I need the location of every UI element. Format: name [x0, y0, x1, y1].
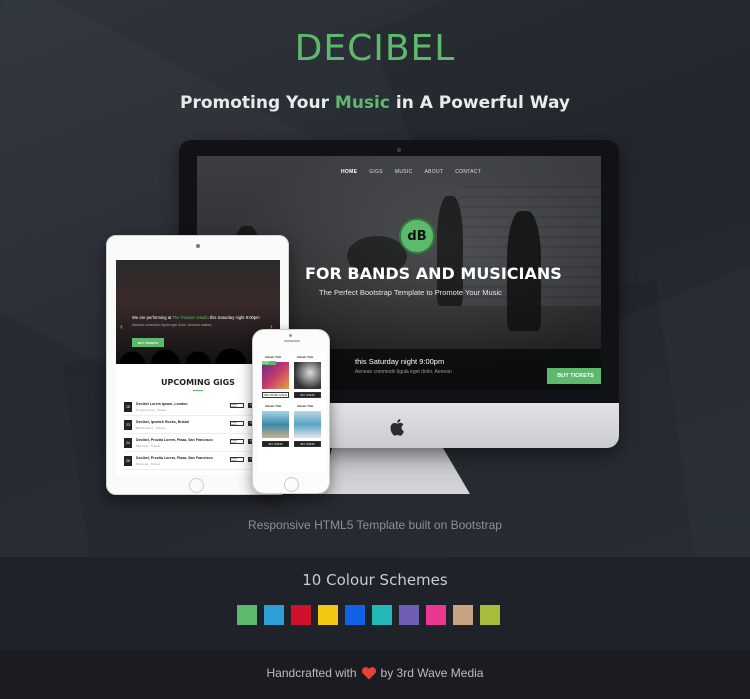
gig-location: Moscone · Tickets: [136, 462, 161, 466]
swatch-yellow[interactable]: [318, 605, 338, 625]
pre-order-button[interactable]: PRE-ORDER ALBUM: [262, 392, 289, 398]
swatch-blue[interactable]: [264, 605, 284, 625]
imac-subheadline: The Perfect Bootstrap Template to Promot…: [319, 288, 502, 297]
gig-name: Decibel, Ipswich Rocks, Bristol: [136, 420, 190, 424]
tagline-after: in A Powerful Way: [389, 93, 570, 113]
gig-name: Decibel, Proctia Lorem, Plaza, San Franc…: [136, 456, 213, 460]
album-title: Album Title: [265, 355, 282, 359]
camera-icon: [397, 148, 401, 152]
footer-before: Handcrafted with: [266, 666, 357, 680]
imac-headline: FOR BANDS AND MUSICIANS: [305, 264, 562, 283]
album-title: Album Title: [297, 404, 314, 408]
gig-location: Tonight Arena · Tickets: [136, 408, 167, 412]
swatch-royal-blue[interactable]: [345, 605, 365, 625]
tagline: Promoting Your Music in A Powerful Way: [0, 93, 750, 113]
buy-tickets-button[interactable]: BUY TICKETS: [547, 368, 601, 384]
gig-date: 23: [124, 420, 132, 430]
gig-row: 23 Decibel, Ipswich Rocks, Bristol Brist…: [124, 418, 268, 434]
swatch-lime[interactable]: [480, 605, 500, 625]
gig-location: Moscone · Tickets: [136, 444, 161, 448]
gig-line-venue[interactable]: The Passion Studio: [172, 315, 208, 320]
gig-info-button[interactable]: VIEW INFO: [230, 439, 244, 445]
buy-album-button[interactable]: BUY ALBUM: [294, 441, 321, 447]
tagline-before: Promoting Your: [180, 93, 335, 113]
imac-gig-text: this Saturday night 9:00pm: [355, 357, 445, 366]
album-title: Album Title: [265, 404, 282, 408]
home-button-icon: [284, 477, 299, 492]
swatch-teal[interactable]: [372, 605, 392, 625]
schemes-title: 10 Colour Schemes: [302, 571, 448, 589]
apple-logo-icon: [390, 419, 404, 436]
iphone-mockup: Album Title Album Title COMING SOON PRE-…: [252, 329, 330, 494]
colour-schemes-section: 10 Colour Schemes: [0, 557, 750, 650]
speaker-icon: [284, 340, 300, 342]
ipad-gig-sub: Aenean commodo ligula eget dolor. Aenean…: [132, 323, 212, 327]
brand-title: DECIBEL: [294, 28, 456, 69]
hero-section: DECIBEL Promoting Your Music in A Powerf…: [0, 0, 750, 557]
camera-icon: [289, 334, 292, 337]
gig-name: Decibel Lorem Ipsum, London: [136, 402, 188, 406]
ipad-buy-button[interactable]: BUY TICKETS: [132, 338, 164, 347]
title-underline: [193, 390, 203, 391]
ipad-gig-line: We are performing at The Passion Studio …: [132, 315, 260, 320]
album-cover[interactable]: [294, 411, 321, 438]
chevron-left-icon[interactable]: ‹: [120, 322, 123, 331]
gig-info-button[interactable]: VIEW INFO: [230, 421, 244, 427]
imac-nav: HOME GIGS MUSIC ABOUT CONTACT: [341, 169, 481, 175]
album-title: Album Title: [297, 355, 314, 359]
gig-location: Bristol Arena · Tickets: [136, 426, 166, 430]
swatch-red[interactable]: [291, 605, 311, 625]
gig-row: 24 Decibel, Proctia Lorem, Plaza, San Fr…: [124, 436, 268, 452]
gig-info-button[interactable]: VIEW INFO: [230, 403, 244, 409]
gig-line-suffix: this Saturday night 9:00pm: [209, 315, 260, 320]
album-cover[interactable]: [262, 362, 289, 389]
buy-album-button[interactable]: BUY ALBUM: [294, 392, 321, 398]
gig-date: 28: [124, 456, 132, 466]
nav-contact[interactable]: CONTACT: [455, 169, 481, 175]
swatch-green[interactable]: [237, 605, 257, 625]
album-cover[interactable]: [262, 411, 289, 438]
buy-album-button[interactable]: BUY ALBUM: [262, 441, 289, 447]
gig-row: 28 Decibel, Proctia Lorem, Plaza, San Fr…: [124, 454, 268, 470]
swatch-purple[interactable]: [399, 605, 419, 625]
camera-icon: [196, 244, 200, 248]
gig-date: 18: [124, 402, 132, 412]
caption: Responsive HTML5 Template built on Boots…: [248, 518, 502, 532]
imac-gig-subtext: Aenean commodo ligula eget dolor. Aenean: [355, 369, 452, 375]
nav-about[interactable]: ABOUT: [425, 169, 444, 175]
album-cover[interactable]: [294, 362, 321, 389]
nav-home[interactable]: HOME: [341, 169, 357, 175]
footer-credit: Handcrafted with by 3rd Wave Media: [0, 666, 750, 680]
iphone-screen: Album Title Album Title COMING SOON PRE-…: [258, 352, 326, 472]
gig-date: 24: [124, 438, 132, 448]
nav-gigs[interactable]: GIGS: [369, 169, 383, 175]
gig-line-prefix: We are performing at: [132, 315, 172, 320]
tagline-highlight: Music: [334, 93, 390, 113]
swatch-tan[interactable]: [453, 605, 473, 625]
swatch-list: [237, 605, 500, 625]
gig-info-button[interactable]: VIEW INFO: [230, 457, 244, 463]
gig-name: Decibel, Proctia Lorem, Plaza, San Franc…: [136, 438, 213, 442]
db-logo: dB: [399, 218, 435, 254]
home-button-icon: [189, 478, 204, 493]
heart-icon: [361, 666, 376, 679]
gig-row: 18 Decibel Lorem Ipsum, London Tonight A…: [124, 400, 268, 416]
footer: Handcrafted with by 3rd Wave Media: [0, 650, 750, 699]
footer-after[interactable]: by 3rd Wave Media: [381, 666, 484, 680]
coming-soon-tag: COMING SOON: [262, 361, 276, 365]
nav-music[interactable]: MUSIC: [395, 169, 413, 175]
swatch-pink[interactable]: [426, 605, 446, 625]
